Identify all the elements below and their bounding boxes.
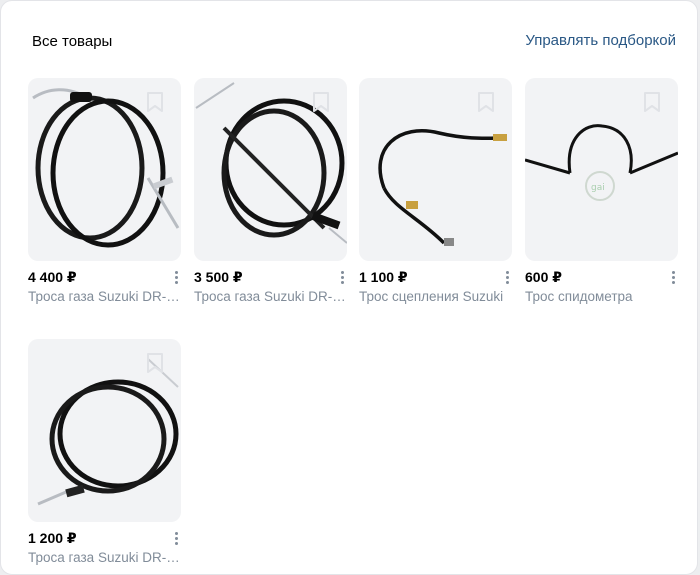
more-vertical-icon[interactable] [668, 269, 678, 287]
product-price: 600 ₽ [525, 269, 562, 285]
product-card[interactable]: 3 500 ₽ Троса газа Suzuki DR-Z400 [194, 78, 347, 304]
bookmark-icon[interactable] [641, 90, 663, 114]
product-image[interactable] [194, 78, 347, 261]
product-image[interactable] [28, 339, 181, 522]
svg-text:gai: gai [591, 183, 605, 193]
product-card[interactable]: 1 200 ₽ Троса газа Suzuki DR-Z400 [28, 339, 181, 565]
bookmark-icon[interactable] [144, 90, 166, 114]
product-title[interactable]: Троса газа Suzuki DR-Z400 [28, 289, 181, 304]
product-price: 1 200 ₽ [28, 530, 77, 546]
product-card[interactable]: 1 100 ₽ Трос сцепления Suzuki [359, 78, 512, 304]
more-vertical-icon[interactable] [171, 269, 181, 287]
product-image[interactable] [28, 78, 181, 261]
product-price: 3 500 ₽ [194, 269, 243, 285]
product-title[interactable]: Троса газа Suzuki DR-Z400 [28, 550, 181, 565]
section-title: Все товары [32, 33, 113, 50]
product-card[interactable]: 4 400 ₽ Троса газа Suzuki DR-Z400 [28, 78, 181, 304]
product-title[interactable]: Трос спидометра [525, 289, 678, 304]
product-price: 4 400 ₽ [28, 269, 77, 285]
bookmark-icon[interactable] [144, 351, 166, 375]
bookmark-icon[interactable] [310, 90, 332, 114]
product-image[interactable]: gai [525, 78, 678, 261]
product-image[interactable] [359, 78, 512, 261]
bookmark-icon[interactable] [475, 90, 497, 114]
manage-collection-link[interactable]: Управлять подборкой [525, 32, 676, 49]
market-collection-card: Все товары Управлять подборкой 4 400 ₽ Т… [0, 0, 698, 575]
more-vertical-icon[interactable] [171, 530, 181, 548]
product-price: 1 100 ₽ [359, 269, 408, 285]
more-vertical-icon[interactable] [502, 269, 512, 287]
product-title[interactable]: Трос сцепления Suzuki [359, 289, 512, 304]
product-card[interactable]: gai 600 ₽ Трос спидометра [525, 78, 678, 304]
product-title[interactable]: Троса газа Suzuki DR-Z400 [194, 289, 347, 304]
more-vertical-icon[interactable] [337, 269, 347, 287]
